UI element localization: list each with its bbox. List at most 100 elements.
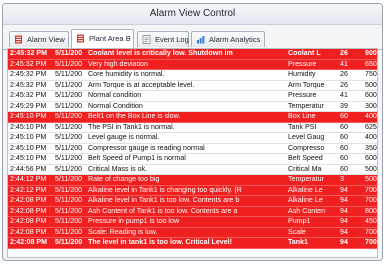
alarm-date: 5/11/200 — [53, 132, 86, 144]
alarm-row[interactable]: 2:45:32 PM 5/11/200 Normal condition Pressu… — [8, 90, 377, 102]
alarm-date: 5/11/200 — [53, 153, 86, 165]
alarm-limit: 350 — [363, 143, 377, 154]
alarm-row[interactable]: 2:44:12 PM 5/11/200 Rate of change too big… — [8, 174, 377, 186]
alarm-limit: 700 — [363, 227, 377, 238]
alarm-time: 2:45:32 PM — [8, 90, 53, 102]
alarm-row[interactable]: 2:45:10 PM 5/11/200 The PSI in Tank1 is no… — [8, 122, 377, 133]
alarm-tag: Pressure — [286, 90, 338, 102]
tab-label: Event Log — [155, 35, 189, 44]
alarm-date: 5/11/200 — [53, 90, 86, 102]
alarm-row[interactable]: 2:42:08 PM 5/11/200 Ash Content of Tank1 i… — [8, 206, 377, 217]
alarm-row[interactable]: 2:45:32 PM 5/11/200 Core humidity is norma… — [8, 69, 377, 81]
alarm-value: 94 — [338, 216, 363, 228]
alarm-tag: Critical Ma — [286, 164, 338, 175]
alarm-row[interactable]: 2:45:10 PM 5/11/200 Belt1 on the Box Line … — [8, 111, 377, 123]
plant-area-icon — [77, 34, 84, 43]
alarm-message: Very high deviation — [86, 59, 286, 70]
alarm-time: 2:42:08 PM — [8, 195, 53, 207]
alarm-time: 2:45:10 PM — [8, 143, 53, 154]
alarm-date: 5/11/200 — [53, 227, 86, 238]
alarm-value: 41 — [338, 90, 363, 102]
alarm-message: Rate of change too big — [86, 174, 286, 186]
tab-alarm-view[interactable]: Alarm View — [9, 31, 69, 47]
alarm-message: Arm Torque is at acceptable level. — [86, 80, 286, 91]
alarm-message: Normal condition — [86, 90, 286, 102]
alarm-date: 5/11/200 — [53, 164, 86, 175]
alarm-value: 60 — [338, 153, 363, 165]
alarm-date: 5/11/200 — [53, 80, 86, 91]
tab-label: Plant Area B — [89, 34, 131, 43]
alarm-grid: 2:45:32 PM 5/11/200 Coolant level is criti… — [7, 48, 378, 258]
alarm-date: 5/11/200 — [53, 237, 86, 249]
alarm-value: 26 — [338, 80, 363, 91]
alarm-limit: 625 — [363, 122, 377, 133]
alarm-time: 2:45:10 PM — [8, 122, 53, 133]
alarm-date: 5/11/200 — [53, 69, 86, 81]
alarm-row[interactable]: 2:45:32 PM 5/11/200 Coolant level is criti… — [8, 49, 377, 60]
alarm-value: 94 — [338, 185, 363, 196]
alarm-time: 2:45:32 PM — [8, 69, 53, 81]
tab-bar: Alarm View Plant Area B Event Log Alarm … — [3, 29, 382, 50]
alarm-analytics-icon — [197, 36, 205, 44]
alarm-limit: 500 — [363, 174, 377, 186]
window-title: Alarm View Control — [3, 4, 382, 25]
alarm-value: 39 — [338, 101, 363, 112]
alarm-tag: Scale — [286, 227, 338, 238]
alarm-row[interactable]: 2:45:10 PM 5/11/200 Compressor gauge is re… — [8, 143, 377, 154]
alarm-limit: 900 — [363, 49, 377, 60]
alarm-date: 5/11/200 — [53, 195, 86, 207]
alarm-date: 5/11/200 — [53, 111, 86, 123]
alarm-value: 94 — [338, 237, 363, 249]
alarm-message: Normal Condition — [86, 101, 286, 112]
alarm-message: Core humidity is normal. — [86, 69, 286, 81]
alarm-row[interactable]: 2:42:08 PM 5/11/200 Scale: Reading is low.… — [8, 227, 377, 238]
alarm-time: 2:45:32 PM — [8, 80, 53, 91]
event-log-icon — [142, 35, 151, 44]
alarm-time: 2:42:08 PM — [8, 227, 53, 238]
alarm-value: 26 — [338, 69, 363, 81]
alarm-message: The PSI in Tank1 is normal. — [86, 122, 286, 133]
alarm-value: 60 — [338, 111, 363, 123]
tab-alarm-analytics[interactable]: Alarm Analytics — [191, 31, 265, 47]
alarm-tag: Belt Speed — [286, 153, 338, 165]
alarm-message: The level in tank1 is too low. Critical … — [86, 237, 286, 249]
alarm-row[interactable]: 2:45:32 PM 5/11/200 Arm Torque is at accep… — [8, 80, 377, 91]
alarm-message: Alkaline level in Tank1 is too low. Cont… — [86, 195, 286, 207]
alarm-limit: 450 — [363, 216, 377, 228]
alarm-limit: 400 — [363, 132, 377, 144]
alarm-time: 2:44:56 PM — [8, 164, 53, 175]
alarm-time: 2:45:10 PM — [8, 111, 53, 123]
alarm-tag: Pump1 — [286, 216, 338, 228]
alarm-time: 2:45:29 PM — [8, 101, 53, 112]
alarm-row[interactable]: 2:45:10 PM 5/11/200 Level gauge is normal.… — [8, 132, 377, 144]
alarm-row[interactable]: 2:42:08 PM 5/11/200 Alkaline level in Tank… — [8, 195, 377, 207]
alarm-limit: 750 — [363, 69, 377, 81]
alarm-value: 94 — [338, 206, 363, 217]
alarm-time: 2:42:08 PM — [8, 206, 53, 217]
alarm-limit: 500 — [363, 80, 377, 91]
alarm-tag: Tank1 — [286, 237, 338, 249]
alarm-tag: Temperatur — [286, 174, 338, 186]
alarm-message: Coolant level is critically low. Shutdow… — [86, 49, 286, 60]
alarm-view-icon — [15, 35, 22, 44]
alarm-row[interactable]: 2:42:08 PM 5/11/200 The level in tank1 is … — [8, 237, 377, 249]
alarm-limit: 700 — [363, 237, 377, 249]
alarm-limit: 400 — [363, 111, 377, 123]
alarm-limit: 700 — [363, 195, 377, 207]
alarm-value: 26 — [338, 49, 363, 60]
tab-event-log[interactable]: Event Log — [137, 31, 189, 47]
alarm-message: Level gauge is normal. — [86, 132, 286, 144]
alarm-message: Scale: Reading is low. — [86, 227, 286, 238]
tab-label: Alarm View — [27, 35, 65, 44]
alarm-limit: 700 — [363, 185, 377, 196]
alarm-row[interactable]: 2:42:12 PM 5/11/200 Alkaline level in Tank… — [8, 185, 377, 196]
tab-plant-area-b[interactable]: Plant Area B — [71, 29, 134, 48]
alarm-row[interactable]: 2:45:29 PM 5/11/200 Normal Condition Temper… — [8, 101, 377, 112]
alarm-date: 5/11/200 — [53, 216, 86, 228]
alarm-date: 5/11/200 — [53, 185, 86, 196]
alarm-message: Pressure in pump1 is too low — [86, 216, 286, 228]
alarm-row[interactable]: 2:44:56 PM 5/11/200 Critical Mass is ok. Cr… — [8, 164, 377, 175]
alarm-row[interactable]: 2:45:10 PM 5/11/200 Belt Speed of Pump1 is… — [8, 153, 377, 165]
alarm-row[interactable]: 2:45:32 PM 5/11/200 Very high deviation Pre… — [8, 59, 377, 70]
alarm-row[interactable]: 2:42:08 PM 5/11/200 Pressure in pump1 is t… — [8, 216, 377, 228]
